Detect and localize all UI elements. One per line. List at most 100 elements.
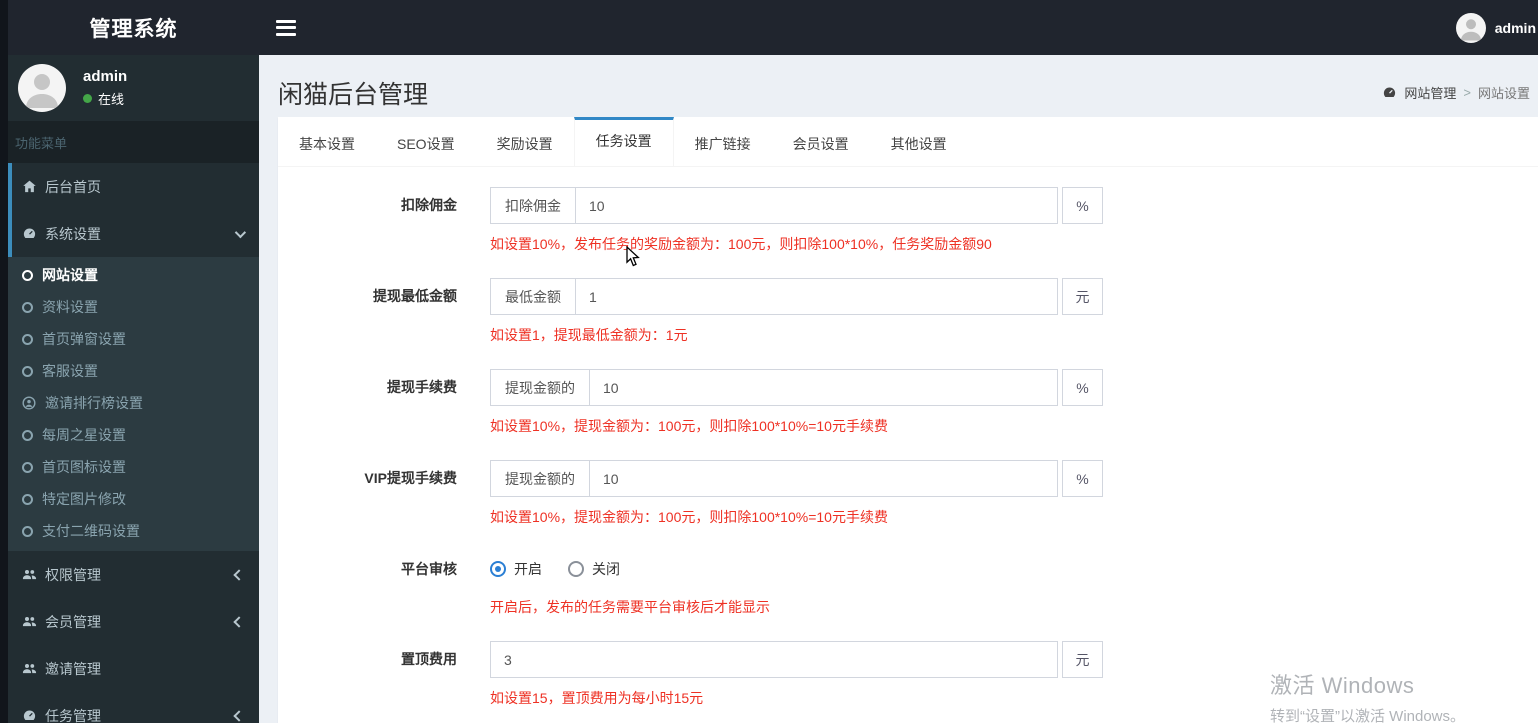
form-row-min-withdrawal: 提现最低金额 最低金额 元 如设置1，提现最低金额为：1元 <box>278 278 1538 345</box>
dashboard-icon <box>22 226 37 241</box>
sidebar-toggle-icon[interactable] <box>276 19 296 36</box>
form-row-vip-withdrawal-fee: VIP提现手续费 提现金额的 % 如设置10%，提现金额为：100元，则扣除10… <box>278 460 1538 527</box>
radio-unchecked-icon[interactable] <box>568 561 584 577</box>
breadcrumb: 网站管理 > 网站设置 <box>1382 83 1530 102</box>
settings-tabs: 基本设置 SEO设置 奖励设置 任务设置 推广链接 会员设置 其他设置 <box>278 117 1538 167</box>
sidebar: admin 在线 功能菜单 后台首页 系统设置 网站设置 资料设置 首页弹窗设置… <box>0 55 259 723</box>
form-row-commission-deduction: 扣除佣金 扣除佣金 % 如设置10%，发布任务的奖励金额为：100元，则扣除10… <box>278 187 1538 254</box>
sidebar-menu: 后台首页 系统设置 网站设置 资料设置 首页弹窗设置 客服设置 邀请排行榜设置 … <box>8 163 259 723</box>
sidebar-user-status: 在线 <box>83 89 127 108</box>
form-row-platform-audit: 平台审核 开启 关闭 开启后，发布的任务需要平台审核后才能显示 <box>278 551 1538 617</box>
dashboard-icon <box>1382 85 1397 100</box>
online-status-icon <box>83 94 92 103</box>
breadcrumb-current: 网站设置 <box>1477 86 1530 101</box>
topbar-username: admin <box>1494 19 1536 36</box>
task-settings-form: 扣除佣金 扣除佣金 % 如设置10%，发布任务的奖励金额为：100元，则扣除10… <box>278 167 1538 723</box>
platform-audit-radio-on[interactable]: 开启 <box>490 559 542 579</box>
user-avatar-icon <box>1455 12 1486 43</box>
sidebar-item-system-settings[interactable]: 系统设置 <box>8 210 259 257</box>
field-help-text: 如设置10%，提现金额为：100元，则扣除100*10%=10元手续费 <box>490 509 888 525</box>
sidebar-subitem-homepage-popup-settings[interactable]: 首页弹窗设置 <box>8 323 259 355</box>
sidebar-avatar <box>18 64 66 112</box>
dashboard-icon <box>22 708 37 723</box>
settings-card: 基本设置 SEO设置 奖励设置 任务设置 推广链接 会员设置 其他设置 扣除佣金 <box>278 117 1538 723</box>
app-logo[interactable]: 管理系统 <box>8 13 259 43</box>
sidebar-subitem-customer-service-settings[interactable]: 客服设置 <box>8 355 259 387</box>
circle-icon <box>22 493 33 505</box>
sidebar-subitem-homepage-icon-settings[interactable]: 首页图标设置 <box>8 451 259 483</box>
circle-icon <box>22 429 33 441</box>
circle-icon <box>22 525 33 537</box>
topbar: 管理系统 admin <box>0 0 1538 55</box>
vip-withdrawal-fee-input[interactable] <box>590 461 1057 496</box>
input-addon: 提现金额的 <box>491 370 590 405</box>
circle-icon <box>22 365 33 377</box>
field-label: 提现手续费 <box>387 379 457 395</box>
tab-promo-link[interactable]: 推广链接 <box>674 117 772 166</box>
unit-label: % <box>1062 369 1103 406</box>
tab-basic-settings[interactable]: 基本设置 <box>278 117 376 166</box>
user-circle-icon <box>22 396 36 410</box>
tab-task-settings[interactable]: 任务设置 <box>573 117 674 166</box>
sidebar-item-invite-management[interactable]: 邀请管理 <box>8 645 259 692</box>
sidebar-item-task-management[interactable]: 任务管理 <box>8 692 259 723</box>
chevron-left-icon <box>233 615 245 628</box>
withdrawal-fee-input[interactable] <box>590 370 1057 405</box>
main-content: 闲猫后台管理 网站管理 > 网站设置 基本设置 SEO设置 奖励设置 任务设置 … <box>259 55 1538 723</box>
chevron-down-icon <box>234 226 247 238</box>
sidebar-subitem-invite-ranking-settings[interactable]: 邀请排行榜设置 <box>8 387 259 419</box>
unit-label: % <box>1062 187 1103 224</box>
sidebar-subitem-specific-image-edit[interactable]: 特定图片修改 <box>8 483 259 515</box>
field-help-text: 如设置10%，发布任务的奖励金额为：100元，则扣除100*10%，任务奖励金额… <box>490 236 992 252</box>
sidebar-item-permission-management[interactable]: 权限管理 <box>8 551 259 598</box>
tab-other-settings[interactable]: 其他设置 <box>870 117 968 166</box>
input-addon: 扣除佣金 <box>491 188 576 223</box>
radio-checked-icon[interactable] <box>490 561 506 577</box>
field-label: VIP提现手续费 <box>364 470 457 486</box>
sidebar-user-panel: admin 在线 <box>8 55 259 121</box>
sidebar-submenu-system: 网站设置 资料设置 首页弹窗设置 客服设置 邀请排行榜设置 每周之星设置 首页图… <box>8 257 259 551</box>
unit-label: 元 <box>1062 278 1103 315</box>
sidebar-subitem-profile-settings[interactable]: 资料设置 <box>8 291 259 323</box>
topbar-user-menu[interactable]: admin <box>1455 12 1538 43</box>
chevron-left-icon <box>233 568 245 581</box>
circle-icon <box>22 461 33 473</box>
field-label: 平台审核 <box>401 561 457 577</box>
unit-label: % <box>1062 460 1103 497</box>
min-withdrawal-input[interactable] <box>576 279 1057 314</box>
circle-icon <box>22 333 33 345</box>
field-label: 提现最低金额 <box>373 288 457 304</box>
users-icon <box>22 661 37 676</box>
page-title: 闲猫后台管理 <box>278 81 429 109</box>
form-row-pin-top-fee: 置顶费用 元 如设置15，置顶费用为每小时15元 <box>278 641 1538 708</box>
platform-audit-radio-off[interactable]: 关闭 <box>568 559 620 579</box>
field-label: 扣除佣金 <box>401 197 457 213</box>
tab-seo-settings[interactable]: SEO设置 <box>376 117 476 166</box>
sidebar-section-header: 功能菜单 <box>8 121 259 163</box>
circle-icon <box>22 301 33 313</box>
field-help-text: 开启后，发布的任务需要平台审核后才能显示 <box>490 599 770 615</box>
home-icon <box>22 179 37 194</box>
users-icon <box>22 567 37 582</box>
tab-member-settings[interactable]: 会员设置 <box>772 117 870 166</box>
sidebar-user-name: admin <box>83 68 128 85</box>
commission-deduction-input[interactable] <box>576 188 1057 223</box>
sidebar-item-admin-home[interactable]: 后台首页 <box>8 163 259 210</box>
sidebar-subitem-payment-qrcode-settings[interactable]: 支付二维码设置 <box>8 515 259 547</box>
field-help-text: 如设置15，置顶费用为每小时15元 <box>490 690 704 706</box>
tab-reward-settings[interactable]: 奖励设置 <box>476 117 574 166</box>
pin-top-fee-input[interactable] <box>491 642 1057 677</box>
chevron-left-icon <box>233 709 245 722</box>
field-help-text: 如设置10%，提现金额为：100元，则扣除100*10%=10元手续费 <box>490 418 888 434</box>
content-header: 闲猫后台管理 网站管理 > 网站设置 <box>259 55 1538 117</box>
circle-icon <box>22 269 33 281</box>
input-addon: 最低金额 <box>491 279 576 314</box>
breadcrumb-root[interactable]: 网站管理 <box>1404 83 1456 102</box>
sidebar-subitem-website-settings[interactable]: 网站设置 <box>8 259 259 291</box>
users-icon <box>22 614 37 629</box>
sidebar-item-member-management[interactable]: 会员管理 <box>8 598 259 645</box>
breadcrumb-separator: > <box>1463 85 1471 100</box>
field-help-text: 如设置1，提现最低金额为：1元 <box>490 327 688 343</box>
admin-screen: 管理系统 admin admin 在线 功能菜单 后台首页 系统设置 网站设置 … <box>0 0 1538 723</box>
sidebar-subitem-weekly-star-settings[interactable]: 每周之星设置 <box>8 419 259 451</box>
